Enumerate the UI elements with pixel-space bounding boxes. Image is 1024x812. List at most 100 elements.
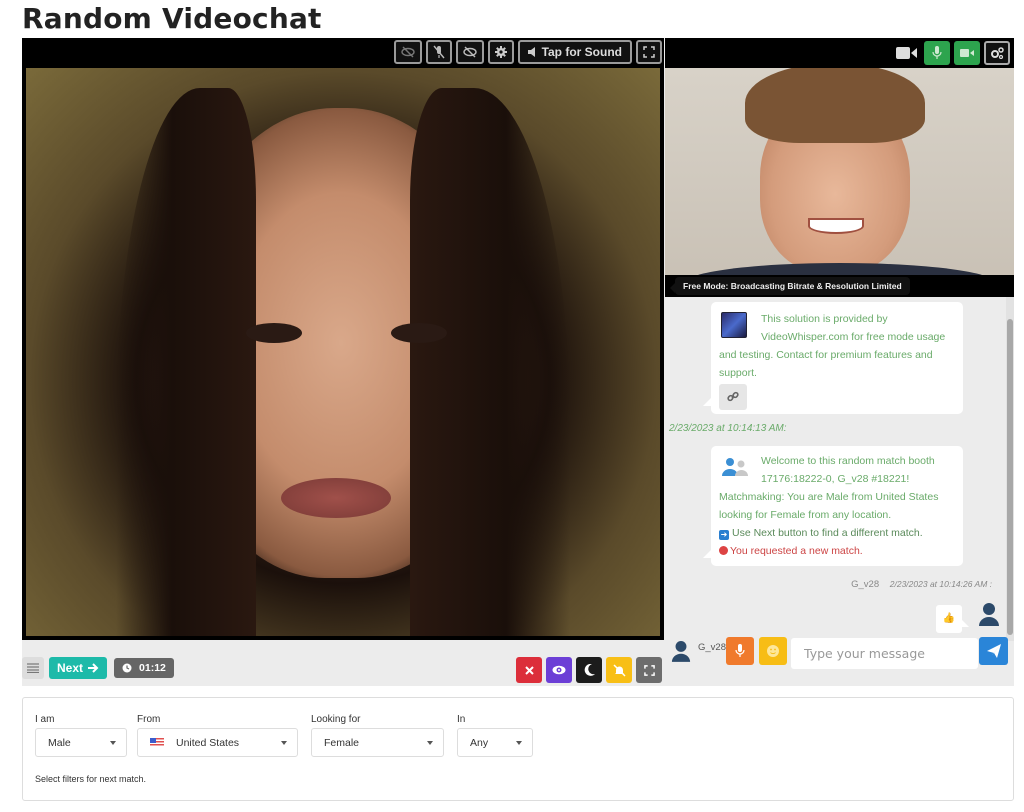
chat-input-row: G_v28 bbox=[665, 636, 1014, 670]
reaction-message: 👍 bbox=[936, 605, 969, 633]
i-am-value: Male bbox=[48, 736, 71, 749]
webcam-button[interactable] bbox=[954, 41, 980, 65]
tap-for-sound-button[interactable]: Tap for Sound bbox=[517, 40, 632, 64]
tap-for-sound-label: Tap for Sound bbox=[541, 45, 622, 59]
settings-button[interactable] bbox=[487, 40, 514, 64]
video-camera-icon bbox=[896, 47, 917, 59]
filter-in: In Any bbox=[457, 714, 533, 757]
current-user-name: G_v28 bbox=[698, 642, 726, 653]
users-icon bbox=[721, 456, 749, 480]
caret-down-icon bbox=[110, 741, 116, 745]
new-match-notice: You requested a new match. bbox=[730, 545, 863, 557]
expand-icon bbox=[643, 46, 655, 58]
caret-down-icon bbox=[281, 741, 287, 745]
next-label: Next bbox=[57, 661, 84, 675]
hide-remote-video-button[interactable] bbox=[455, 40, 484, 64]
volume-icon bbox=[527, 47, 535, 57]
message-time: 2/23/2023 at 10:14:26 AM : bbox=[889, 579, 992, 589]
gear-icon bbox=[494, 46, 507, 58]
send-button[interactable] bbox=[979, 637, 1008, 665]
match-controls: Next 01:12 bbox=[22, 657, 174, 679]
bell-slash-icon bbox=[612, 663, 626, 677]
chat-log[interactable]: This solution is provided by VideoWhispe… bbox=[665, 297, 1014, 641]
i-am-select[interactable]: Male bbox=[35, 728, 127, 757]
i-am-label: I am bbox=[35, 714, 55, 725]
message-text: This solution is provided by VideoWhispe… bbox=[719, 313, 946, 379]
from-value: United States bbox=[176, 736, 240, 749]
chat-scrollbar[interactable] bbox=[1006, 297, 1014, 641]
next-hint-text: Use Next button to find a different matc… bbox=[732, 527, 923, 539]
free-mode-notice: Free Mode: Broadcasting Bitrate & Resolu… bbox=[670, 277, 910, 295]
microphone-slash-icon bbox=[433, 45, 445, 59]
visibility-button[interactable] bbox=[546, 657, 572, 683]
notifications-button[interactable] bbox=[606, 657, 632, 683]
voice-message-button[interactable] bbox=[726, 637, 754, 665]
menu-button[interactable] bbox=[22, 657, 44, 679]
filter-looking-for: Looking for Female bbox=[311, 714, 444, 757]
eye-slash-icon bbox=[462, 46, 477, 58]
caret-down-icon bbox=[427, 741, 433, 745]
matchmaking-text: Matchmaking: You are Male from United St… bbox=[719, 491, 939, 521]
from-select[interactable]: United States bbox=[137, 728, 298, 757]
user-avatar bbox=[978, 602, 1000, 631]
link-button[interactable] bbox=[719, 384, 747, 410]
advanced-settings-button[interactable] bbox=[984, 41, 1010, 65]
smile-icon bbox=[767, 645, 779, 657]
message-timestamp: 2/23/2023 at 10:14:13 AM: bbox=[669, 423, 787, 434]
notice-bar: Free Mode: Broadcasting Bitrate & Resolu… bbox=[665, 275, 1014, 297]
message-input[interactable] bbox=[791, 638, 978, 669]
session-timer: 01:12 bbox=[114, 658, 174, 678]
eye-icon bbox=[552, 665, 566, 675]
videowhisper-logo-icon bbox=[721, 312, 747, 338]
next-button[interactable]: Next bbox=[49, 657, 108, 679]
remote-video-panel: Tap for Sound bbox=[22, 38, 664, 640]
virus-icon bbox=[719, 546, 728, 555]
caret-down-icon bbox=[516, 741, 522, 745]
hide-video-button[interactable] bbox=[393, 40, 422, 64]
chat-scroll-thumb[interactable] bbox=[1007, 319, 1013, 635]
filter-i-am: I am Male bbox=[35, 714, 127, 757]
video-camera-icon bbox=[960, 49, 974, 57]
mute-remote-audio-button[interactable] bbox=[425, 40, 452, 64]
page-title: Random Videochat bbox=[22, 2, 322, 35]
looking-for-value: Female bbox=[324, 736, 360, 749]
expand-icon bbox=[643, 664, 655, 676]
thumbs-up-icon: 👍 bbox=[942, 613, 956, 624]
arrow-right-square-icon: ➜ bbox=[719, 530, 729, 540]
message-meta: G_v28 2/23/2023 at 10:14:26 AM : bbox=[851, 579, 992, 590]
from-label: From bbox=[137, 714, 161, 725]
session-buttons bbox=[516, 657, 662, 683]
dark-mode-button[interactable] bbox=[576, 657, 602, 683]
fullscreen-button[interactable] bbox=[636, 657, 662, 683]
filter-from: From United States bbox=[137, 714, 298, 757]
remote-video-stream bbox=[26, 68, 660, 636]
microphone-button[interactable] bbox=[924, 41, 950, 65]
local-video-stream bbox=[665, 68, 1014, 296]
arrow-right-icon bbox=[88, 663, 99, 673]
camera-toggle-button[interactable] bbox=[894, 41, 920, 65]
remote-fullscreen-button[interactable] bbox=[636, 40, 662, 64]
videochat-app: Tap for Sound Free Mode: Broadcasting Bi… bbox=[22, 38, 1014, 686]
moon-icon bbox=[584, 664, 595, 676]
in-value: Any bbox=[470, 736, 489, 749]
match-filters: I am Male From United States Looking for… bbox=[22, 697, 1014, 801]
timer-value: 01:12 bbox=[139, 662, 166, 674]
welcome-text: Welcome to this random match booth 17176… bbox=[761, 455, 935, 485]
us-flag-icon bbox=[150, 738, 164, 747]
cogs-icon bbox=[991, 47, 1004, 59]
clock-icon bbox=[122, 663, 132, 673]
in-label: In bbox=[457, 714, 466, 725]
link-icon bbox=[727, 391, 739, 402]
remote-toolbar: Tap for Sound bbox=[393, 40, 662, 64]
microphone-icon bbox=[932, 46, 942, 59]
in-select[interactable]: Any bbox=[457, 728, 533, 757]
paper-plane-icon bbox=[986, 644, 1001, 658]
close-button[interactable] bbox=[516, 657, 542, 683]
message-user: G_v28 bbox=[851, 579, 880, 590]
filters-hint: Select filters for next match. bbox=[35, 774, 147, 784]
microphone-icon bbox=[735, 644, 745, 657]
local-toolbar bbox=[665, 38, 1014, 68]
looking-for-select[interactable]: Female bbox=[311, 728, 444, 757]
looking-for-label: Looking for bbox=[311, 714, 361, 725]
emoji-button[interactable] bbox=[759, 637, 787, 665]
